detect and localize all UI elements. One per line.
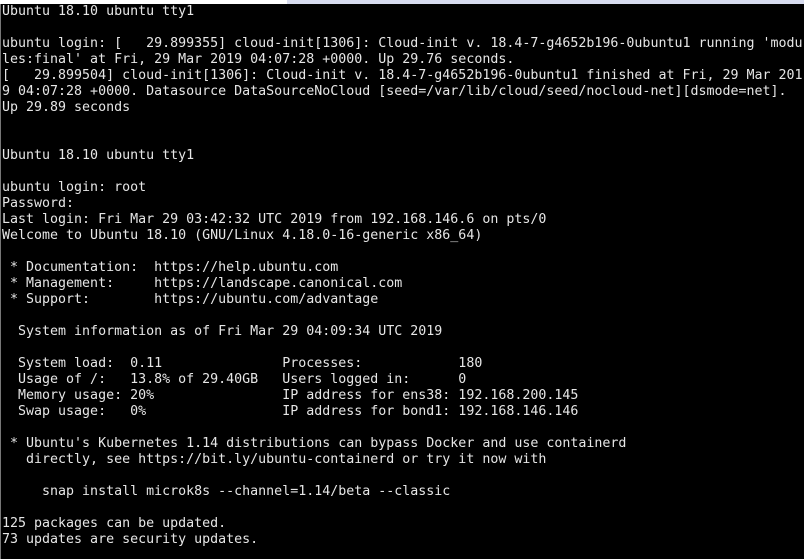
terminal-line: snap install microk8s --channel=1.14/bet… bbox=[2, 484, 451, 499]
terminal-line: Ubuntu 18.10 ubuntu tty1 bbox=[2, 148, 195, 163]
terminal-line: Last login: Fri Mar 29 03:42:32 UTC 2019… bbox=[2, 212, 547, 227]
terminal-line: [ 29.899504] cloud-init[1306]: Cloud-ini… bbox=[2, 68, 803, 83]
terminal-line: ubuntu login: root bbox=[2, 180, 147, 195]
terminal-line: Memory usage: 20% IP address for ens38: … bbox=[2, 388, 579, 403]
terminal-line: Usage of /: 13.8% of 29.40GB Users logge… bbox=[2, 372, 467, 387]
terminal-line: ubuntu login: [ 29.899355] cloud-init[13… bbox=[2, 36, 803, 51]
terminal-line: System load: 0.11 Processes: 180 bbox=[2, 356, 483, 371]
terminal-line: * Support: https://ubuntu.com/advantage bbox=[2, 292, 379, 307]
terminal-console[interactable]: Ubuntu 18.10 ubuntu tty1 ubuntu login: [ … bbox=[2, 4, 804, 559]
terminal-line: Swap usage: 0% IP address for bond1: 192… bbox=[2, 404, 579, 419]
terminal-line: * Management: https://landscape.canonica… bbox=[2, 276, 403, 291]
terminal-line: les:final' at Fri, 29 Mar 2019 04:07:28 … bbox=[2, 52, 515, 67]
terminal-line: 73 updates are security updates. bbox=[2, 532, 259, 547]
terminal-line: 9 04:07:28 +0000. Datasource DataSourceN… bbox=[2, 84, 787, 99]
terminal-line: Ubuntu 18.10 ubuntu tty1 bbox=[2, 4, 195, 19]
terminal-line: Password: bbox=[2, 196, 75, 211]
terminal-line: Up 29.89 seconds bbox=[2, 100, 131, 115]
terminal-line: * Ubuntu's Kubernetes 1.14 distributions… bbox=[2, 436, 627, 451]
terminal-line: System information as of Fri Mar 29 04:0… bbox=[2, 324, 443, 339]
terminal-line: * Documentation: https://help.ubuntu.com bbox=[2, 260, 339, 275]
terminal-line: 125 packages can be updated. bbox=[2, 516, 227, 531]
terminal-line: directly, see https://bit.ly/ubuntu-cont… bbox=[2, 452, 547, 467]
terminal-line: Welcome to Ubuntu 18.10 (GNU/Linux 4.18.… bbox=[2, 228, 483, 243]
window-edge bbox=[0, 4, 1, 559]
